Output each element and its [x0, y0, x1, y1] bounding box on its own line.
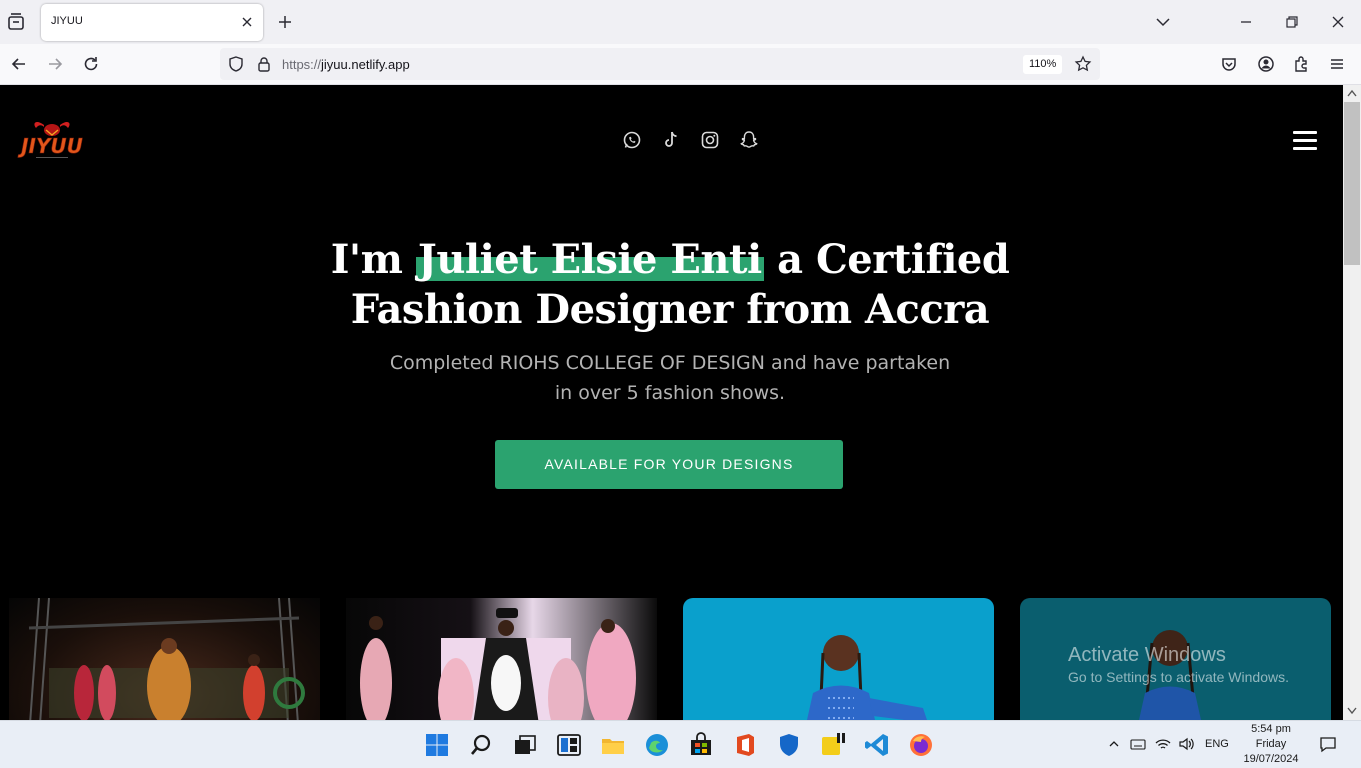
security-shield-icon[interactable] [775, 731, 803, 759]
tab-list-icon[interactable] [4, 10, 28, 34]
close-tab-icon[interactable] [239, 14, 255, 30]
scrollbar-thumb[interactable] [1344, 102, 1360, 265]
web-page: JIYUU I'm Juliet Elsie Enti a Certified … [0, 85, 1343, 720]
hero-title-line2: Fashion Designer from Accra [350, 286, 990, 333]
gallery-image-runway-2[interactable] [346, 598, 657, 720]
widgets-icon[interactable] [555, 731, 583, 759]
app-menu-icon[interactable] [1327, 54, 1347, 74]
page-scrollbar[interactable] [1343, 85, 1361, 720]
activate-windows-subtitle: Go to Settings to activate Windows. [1068, 669, 1289, 685]
url-bar[interactable]: https://jiyuu.netlify.app 110% [220, 48, 1100, 80]
zoom-level-button[interactable]: 110% [1023, 55, 1063, 74]
activate-windows-watermark: Activate Windows Go to Settings to activ… [1068, 643, 1289, 687]
system-clock[interactable]: 5:54 pm Friday 19/07/2024 [1234, 722, 1308, 767]
scroll-up-arrow-icon[interactable] [1347, 89, 1357, 97]
edge-browser-icon[interactable] [643, 731, 671, 759]
keyboard-icon[interactable] [1130, 737, 1146, 751]
media-player-icon[interactable] [819, 731, 847, 759]
shield-icon[interactable] [227, 55, 245, 73]
url-text[interactable]: https://jiyuu.netlify.app [282, 57, 410, 72]
tiktok-icon[interactable] [661, 129, 681, 151]
brand-logo[interactable]: JIYUU [6, 115, 98, 163]
gallery-image-portrait-1[interactable] [683, 598, 994, 720]
brand-logo-text: JIYUU [17, 134, 83, 158]
new-tab-icon[interactable] [276, 13, 294, 31]
search-icon[interactable] [467, 731, 495, 759]
instagram-icon[interactable] [700, 129, 720, 151]
hamburger-menu-icon[interactable] [1293, 129, 1317, 151]
active-tab[interactable]: JIYUU [41, 4, 263, 41]
back-icon[interactable] [9, 54, 29, 74]
account-icon[interactable] [1256, 54, 1276, 74]
hero-subtitle: Completed RIOHS COLLEGE OF DESIGN and ha… [389, 352, 951, 404]
url-host: jiyuu.netlify.app [321, 57, 410, 72]
hero-title-prefix: I'm [330, 236, 403, 283]
activate-windows-title: Activate Windows [1068, 644, 1226, 666]
microsoft-store-icon[interactable] [687, 731, 715, 759]
reload-icon[interactable] [81, 54, 101, 74]
clock-day: Friday [1255, 738, 1287, 750]
hero-name-highlight: Juliet Elsie Enti [415, 236, 764, 283]
chevron-up-icon[interactable] [1108, 738, 1120, 750]
hero-title-suffix: a Certified [777, 236, 1010, 283]
vscode-icon[interactable] [863, 731, 891, 759]
forward-icon[interactable] [45, 54, 65, 74]
hero-title: I'm Juliet Elsie Enti a Certified Fashio… [300, 235, 1040, 335]
clock-time: 5:54 pm [1251, 723, 1291, 735]
whatsapp-icon[interactable] [622, 129, 642, 151]
restore-icon[interactable] [1282, 12, 1302, 32]
browser-tab-bar: JIYUU [0, 0, 1361, 44]
gallery-image-runway-1[interactable] [9, 598, 320, 720]
snapchat-icon[interactable] [739, 129, 759, 151]
available-for-designs-button[interactable]: AVAILABLE FOR YOUR DESIGNS [495, 440, 843, 489]
firefox-icon[interactable] [907, 731, 935, 759]
bookmark-star-icon[interactable] [1074, 55, 1092, 73]
extensions-icon[interactable] [1291, 54, 1311, 74]
clock-date: 19/07/2024 [1243, 753, 1299, 765]
chevron-down-icon[interactable] [1153, 12, 1173, 32]
office-icon[interactable] [731, 731, 759, 759]
notification-icon[interactable] [1319, 735, 1337, 753]
lock-icon[interactable] [255, 55, 273, 73]
task-view-icon[interactable] [511, 731, 539, 759]
browser-toolbar: https://jiyuu.netlify.app 110% [0, 44, 1361, 85]
pocket-icon[interactable] [1219, 54, 1239, 74]
scroll-down-arrow-icon[interactable] [1347, 707, 1357, 715]
tab-title: JIYUU [51, 15, 83, 27]
windows-taskbar: ENG 5:54 pm Friday 19/07/2024 [0, 720, 1361, 768]
windows-start-icon[interactable] [423, 731, 451, 759]
language-indicator[interactable]: ENG [1205, 738, 1229, 750]
wifi-icon[interactable] [1155, 737, 1171, 751]
file-explorer-icon[interactable] [599, 731, 627, 759]
url-scheme: https:// [282, 57, 322, 72]
close-window-icon[interactable] [1328, 12, 1348, 32]
volume-icon[interactable] [1178, 737, 1194, 751]
social-links [622, 129, 759, 151]
minimize-icon[interactable] [1236, 12, 1256, 32]
